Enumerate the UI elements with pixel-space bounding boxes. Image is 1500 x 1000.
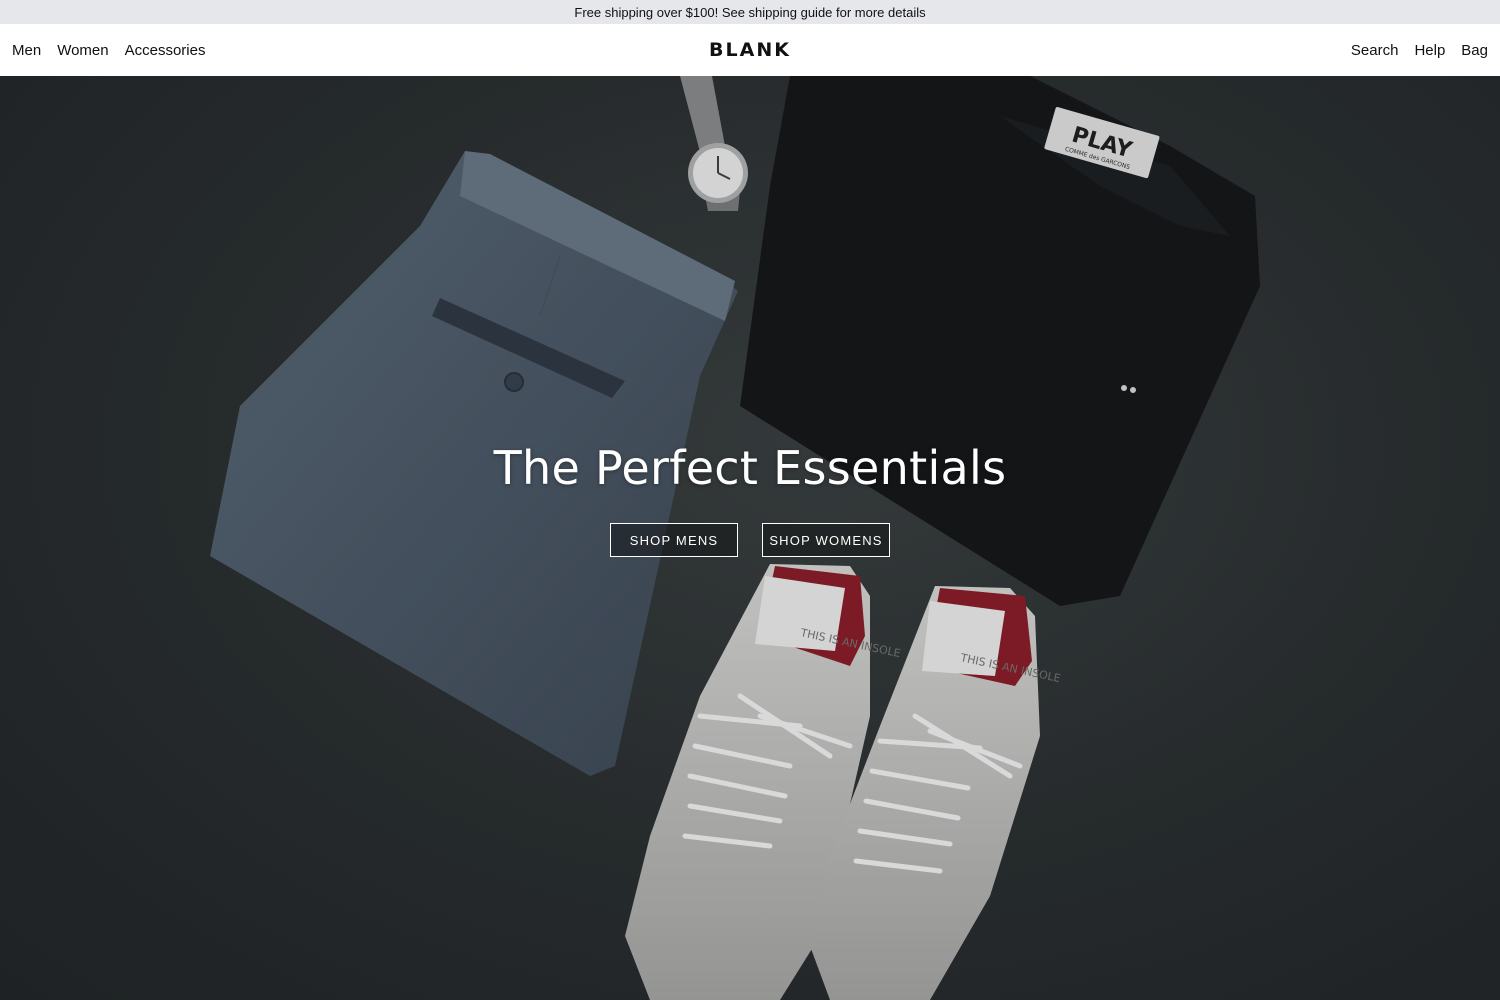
site-header: Men Women Accessories BLANK Search Help …: [0, 24, 1500, 76]
primary-nav: Men Women Accessories: [12, 24, 221, 76]
shop-mens-button[interactable]: SHOP MENS: [610, 523, 738, 557]
nav-link-men[interactable]: Men: [12, 42, 41, 59]
shop-womens-button[interactable]: SHOP WOMENS: [762, 523, 890, 557]
nav-link-accessories[interactable]: Accessories: [125, 42, 206, 59]
hero-banner: PLAY COMME des GARCONS: [0, 76, 1500, 1000]
announcement-text: Free shipping over $100! See shipping gu…: [574, 4, 926, 20]
nav-link-help[interactable]: Help: [1414, 42, 1445, 59]
brand-logo[interactable]: BLANK: [0, 24, 1500, 76]
nav-link-women[interactable]: Women: [57, 42, 108, 59]
nav-link-bag[interactable]: Bag: [1461, 42, 1488, 59]
announcement-bar: Free shipping over $100! See shipping gu…: [0, 0, 1500, 24]
hero-cta-group: SHOP MENS SHOP WOMENS: [0, 523, 1500, 557]
nav-link-search[interactable]: Search: [1351, 42, 1399, 59]
hero-title: The Perfect Essentials: [493, 441, 1007, 495]
utility-nav: Search Help Bag: [1335, 24, 1488, 76]
